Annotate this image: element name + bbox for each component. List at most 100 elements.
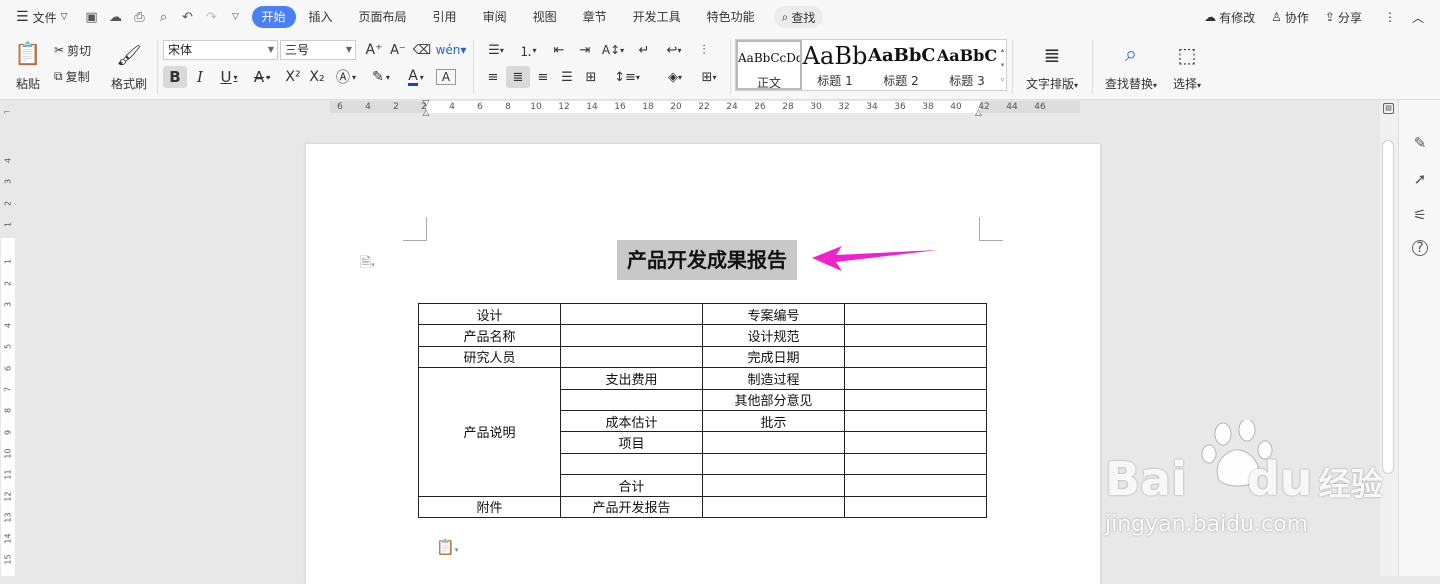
table-cell[interactable]: [844, 495, 987, 518]
table-cell[interactable]: 研究人员: [418, 345, 561, 369]
cursor-icon[interactable]: ➚: [1409, 168, 1431, 190]
tab-chapter[interactable]: 章节: [570, 6, 620, 28]
table-cell[interactable]: 产品开发报告: [560, 495, 703, 518]
table-cell-product-desc[interactable]: 产品说明: [418, 367, 561, 497]
modified-button[interactable]: ☁ 有修改: [1196, 9, 1263, 26]
tab-references[interactable]: 引用: [420, 6, 470, 28]
italic-button[interactable]: I: [190, 66, 210, 88]
text-effect-button[interactable]: Ⓐ ▾: [332, 66, 360, 88]
decrease-indent-icon[interactable]: ⇤: [548, 40, 570, 60]
table-cell[interactable]: [844, 431, 987, 454]
gallery-scroll-icon[interactable]: ▴ ▾ ▿: [998, 42, 1007, 88]
highlight-icon[interactable]: ✎ ▾: [366, 66, 396, 88]
line-spacing-icon[interactable]: ↕≡ ▾: [612, 66, 642, 88]
borders-icon[interactable]: ⊞ ▾: [694, 66, 724, 88]
scrollbar-top-icon[interactable]: ▤: [1383, 103, 1394, 114]
paste-button[interactable]: 📋 粘贴: [8, 38, 48, 94]
tab-page-layout[interactable]: 页面布局: [346, 6, 420, 28]
align-left-icon[interactable]: ≡: [482, 66, 504, 88]
search-tab[interactable]: ⌕ 查找: [773, 6, 824, 28]
table-cell[interactable]: [844, 345, 987, 369]
bold-button[interactable]: B: [163, 66, 187, 88]
redo-icon[interactable]: ↷: [200, 6, 224, 28]
print-icon[interactable]: ⎙: [128, 6, 152, 28]
format-painter-button[interactable]: 🖌 格式刷: [108, 38, 150, 94]
align-center-icon[interactable]: ≣: [506, 66, 530, 88]
table-cell[interactable]: 其他部分意见: [702, 388, 845, 411]
cut-button[interactable]: ✂ 剪切: [54, 40, 91, 60]
undo-icon[interactable]: ↶: [176, 6, 200, 28]
collab-button[interactable]: ♙ 协作: [1263, 9, 1317, 26]
select-button[interactable]: ⬚ 选择▾: [1166, 38, 1208, 94]
table-cell[interactable]: [702, 431, 845, 454]
print-preview-icon[interactable]: ⌕: [152, 6, 176, 28]
table-cell[interactable]: [702, 495, 845, 518]
scrollbar-thumb[interactable]: [1382, 140, 1394, 474]
show-marks-icon[interactable]: ↵: [632, 40, 656, 60]
style-normal[interactable]: AaBbCcDd 正文: [736, 40, 802, 90]
tab-ruler-icon[interactable]: ⫶: [692, 40, 716, 60]
shading-icon[interactable]: ◈ ▾: [660, 66, 690, 88]
font-name-select[interactable]: 宋体 ▼: [163, 40, 278, 60]
table-cell[interactable]: [560, 345, 703, 369]
table-cell[interactable]: [844, 474, 987, 497]
tab-insert[interactable]: 插入: [296, 6, 346, 28]
superscript-button[interactable]: X²: [282, 66, 304, 88]
table-cell[interactable]: [844, 302, 987, 326]
table-cell[interactable]: 批示: [702, 409, 845, 433]
text-layout-button[interactable]: ≣ 文字排版▾: [1020, 38, 1084, 94]
table-cell[interactable]: [844, 388, 987, 411]
right-indent-marker-icon[interactable]: △: [975, 108, 985, 118]
document-page[interactable]: 🗎▾ 产品开发成果报告 设计 专案编号 产品名称 设计规范 研究人员 完成日期 …: [306, 144, 1100, 584]
increase-indent-icon[interactable]: ⇥: [574, 40, 596, 60]
line-break-icon[interactable]: ↩ ▾: [660, 40, 688, 60]
table-cell[interactable]: [560, 302, 703, 326]
bullet-list-icon[interactable]: ☰ ▾: [482, 40, 510, 60]
document-table[interactable]: 设计 专案编号 产品名称 设计规范 研究人员 完成日期 产品说明 支出费用 制造…: [418, 302, 987, 518]
table-cell[interactable]: [844, 452, 987, 476]
indent-marker-icon[interactable]: ▽ △: [421, 100, 431, 120]
table-cell[interactable]: [844, 324, 987, 347]
table-cell[interactable]: [844, 367, 987, 390]
table-cell[interactable]: 产品名称: [418, 324, 561, 347]
style-heading-3[interactable]: AaBbC 标题 3: [934, 40, 1000, 90]
align-right-icon[interactable]: ≡: [532, 66, 554, 88]
char-border-icon[interactable]: A: [436, 69, 456, 85]
table-cell[interactable]: 完成日期: [702, 345, 845, 369]
table-cell[interactable]: 专案编号: [702, 302, 845, 326]
table-cell[interactable]: [560, 388, 703, 411]
style-heading-1[interactable]: AaBb 标题 1: [802, 40, 868, 90]
settings-sliders-icon[interactable]: ⚟: [1409, 204, 1431, 226]
font-size-select[interactable]: 三号 ▼: [280, 40, 356, 60]
document-title[interactable]: 产品开发成果报告: [617, 240, 797, 280]
sort-icon[interactable]: A↕ ▾: [598, 40, 628, 60]
paste-options-icon[interactable]: 📋▾: [436, 538, 458, 556]
table-cell[interactable]: [844, 409, 987, 433]
tab-view[interactable]: 视图: [520, 6, 570, 28]
table-cell[interactable]: 合计: [560, 474, 703, 497]
justify-icon[interactable]: ☰: [556, 66, 578, 88]
table-cell[interactable]: 支出费用: [560, 367, 703, 390]
tab-developer[interactable]: 开发工具: [620, 6, 694, 28]
tab-review[interactable]: 审阅: [470, 6, 520, 28]
customize-chevron-icon[interactable]: ▽: [224, 6, 248, 28]
copy-button[interactable]: ⧉ 复制: [54, 66, 90, 86]
pen-icon[interactable]: ✎: [1409, 132, 1431, 154]
underline-button[interactable]: U ▾: [214, 66, 244, 88]
table-cell[interactable]: [560, 452, 703, 476]
cloud-icon[interactable]: ☁: [104, 6, 128, 28]
save-icon[interactable]: ▣: [80, 6, 104, 28]
grow-font-icon[interactable]: A⁺: [364, 40, 384, 60]
subscript-button[interactable]: X₂: [306, 66, 328, 88]
file-menu[interactable]: ☰ 文件 ▽: [8, 6, 76, 28]
more-icon[interactable]: ⋮: [1376, 10, 1404, 24]
paragraph-menu-icon[interactable]: 🗎▾: [360, 252, 375, 276]
strikethrough-button[interactable]: A ▾: [248, 66, 276, 88]
table-cell[interactable]: [560, 324, 703, 347]
table-cell[interactable]: 设计规范: [702, 324, 845, 347]
help-icon[interactable]: ?: [1412, 240, 1428, 256]
find-replace-button[interactable]: ⌕ 查找替换▾: [1100, 38, 1162, 94]
collapse-ribbon-icon[interactable]: ︿: [1404, 9, 1432, 26]
table-cell[interactable]: 项目: [560, 431, 703, 454]
tab-home[interactable]: 开始: [251, 6, 296, 28]
